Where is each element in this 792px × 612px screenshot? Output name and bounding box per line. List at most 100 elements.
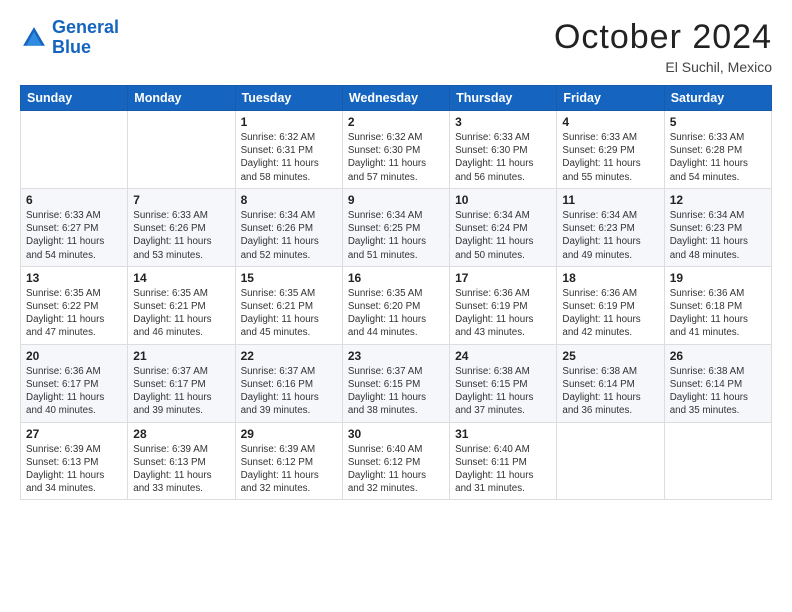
calendar-cell: 16 Sunrise: 6:35 AM Sunset: 6:20 PM Dayli… [342, 266, 449, 344]
calendar-header-monday: Monday [128, 86, 235, 111]
week-row-1: 1 Sunrise: 6:32 AM Sunset: 6:31 PM Daylig… [21, 111, 772, 189]
day-number: 20 [26, 349, 122, 363]
calendar-header-row: SundayMondayTuesdayWednesdayThursdayFrid… [21, 86, 772, 111]
cell-info: Sunrise: 6:36 AM Sunset: 6:19 PM Dayligh… [562, 287, 658, 340]
cell-info: Sunrise: 6:33 AM Sunset: 6:28 PM Dayligh… [670, 131, 766, 184]
calendar-cell: 21 Sunrise: 6:37 AM Sunset: 6:17 PM Dayli… [128, 344, 235, 422]
calendar-cell: 14 Sunrise: 6:35 AM Sunset: 6:21 PM Dayli… [128, 266, 235, 344]
day-number: 7 [133, 193, 229, 207]
day-number: 21 [133, 349, 229, 363]
calendar-cell: 12Sunrise: 6:34 AM Sunset: 6:23 PM Dayli… [664, 188, 771, 266]
calendar-cell: 19 Sunrise: 6:36 AM Sunset: 6:18 PM Dayli… [664, 266, 771, 344]
cell-info: Sunrise: 6:39 AM Sunset: 6:13 PM Dayligh… [133, 443, 229, 496]
calendar-cell [664, 422, 771, 500]
calendar-cell: 10 Sunrise: 6:34 AM Sunset: 6:24 PM Dayli… [450, 188, 557, 266]
calendar-cell: 28 Sunrise: 6:39 AM Sunset: 6:13 PM Dayli… [128, 422, 235, 500]
day-number: 24 [455, 349, 551, 363]
day-number: 26 [670, 349, 766, 363]
cell-info: Sunrise: 6:32 AM Sunset: 6:30 PM Dayligh… [348, 131, 444, 184]
day-number: 8 [241, 193, 337, 207]
cell-info: Sunrise: 6:34 AM Sunset: 6:25 PM Dayligh… [348, 209, 444, 262]
day-number: 30 [348, 427, 444, 441]
cell-info: Sunrise: 6:36 AM Sunset: 6:17 PM Dayligh… [26, 365, 122, 418]
cell-info: Sunrise: 6:38 AM Sunset: 6:14 PM Dayligh… [562, 365, 658, 418]
calendar-header-sunday: Sunday [21, 86, 128, 111]
calendar-cell [557, 422, 664, 500]
calendar-cell: 15 Sunrise: 6:35 AM Sunset: 6:21 PM Dayli… [235, 266, 342, 344]
logo: General Blue [20, 18, 119, 58]
cell-info: Sunrise: 6:34 AM Sunset: 6:24 PM Dayligh… [455, 209, 551, 262]
calendar: SundayMondayTuesdayWednesdayThursdayFrid… [20, 85, 772, 500]
calendar-cell: 6Sunrise: 6:33 AM Sunset: 6:27 PM Daylig… [21, 188, 128, 266]
calendar-cell: 30 Sunrise: 6:40 AM Sunset: 6:12 PM Dayli… [342, 422, 449, 500]
day-number: 10 [455, 193, 551, 207]
day-number: 2 [348, 115, 444, 129]
day-number: 16 [348, 271, 444, 285]
calendar-cell: 27Sunrise: 6:39 AM Sunset: 6:13 PM Dayli… [21, 422, 128, 500]
day-number: 19 [670, 271, 766, 285]
cell-info: Sunrise: 6:39 AM Sunset: 6:12 PM Dayligh… [241, 443, 337, 496]
calendar-header-saturday: Saturday [664, 86, 771, 111]
cell-info: Sunrise: 6:32 AM Sunset: 6:31 PM Dayligh… [241, 131, 337, 184]
cell-info: Sunrise: 6:38 AM Sunset: 6:15 PM Dayligh… [455, 365, 551, 418]
day-number: 29 [241, 427, 337, 441]
page: General Blue October 2024 El Suchil, Mex… [0, 0, 792, 612]
location: El Suchil, Mexico [554, 59, 772, 75]
day-number: 23 [348, 349, 444, 363]
cell-info: Sunrise: 6:34 AM Sunset: 6:26 PM Dayligh… [241, 209, 337, 262]
cell-info: Sunrise: 6:35 AM Sunset: 6:20 PM Dayligh… [348, 287, 444, 340]
cell-info: Sunrise: 6:36 AM Sunset: 6:19 PM Dayligh… [455, 287, 551, 340]
day-number: 28 [133, 427, 229, 441]
cell-info: Sunrise: 6:35 AM Sunset: 6:22 PM Dayligh… [26, 287, 122, 340]
day-number: 1 [241, 115, 337, 129]
week-row-4: 20 Sunrise: 6:36 AM Sunset: 6:17 PM Dayli… [21, 344, 772, 422]
calendar-cell: 11 Sunrise: 6:34 AM Sunset: 6:23 PM Dayli… [557, 188, 664, 266]
day-number: 13 [26, 271, 122, 285]
title-block: October 2024 El Suchil, Mexico [554, 18, 772, 75]
calendar-cell: 23 Sunrise: 6:37 AM Sunset: 6:15 PM Dayli… [342, 344, 449, 422]
cell-info: Sunrise: 6:34 AM Sunset: 6:23 PM Dayligh… [562, 209, 658, 262]
calendar-cell: 29 Sunrise: 6:39 AM Sunset: 6:12 PM Dayli… [235, 422, 342, 500]
calendar-cell: 18 Sunrise: 6:36 AM Sunset: 6:19 PM Dayli… [557, 266, 664, 344]
calendar-cell: 8 Sunrise: 6:34 AM Sunset: 6:26 PM Daylig… [235, 188, 342, 266]
cell-info: Sunrise: 6:37 AM Sunset: 6:17 PM Dayligh… [133, 365, 229, 418]
calendar-cell: 7 Sunrise: 6:33 AM Sunset: 6:26 PM Daylig… [128, 188, 235, 266]
day-number: 25 [562, 349, 658, 363]
cell-info: Sunrise: 6:40 AM Sunset: 6:12 PM Dayligh… [348, 443, 444, 496]
day-number: 22 [241, 349, 337, 363]
day-number: 5 [670, 115, 766, 129]
cell-info: Sunrise: 6:38 AM Sunset: 6:14 PM Dayligh… [670, 365, 766, 418]
calendar-cell: 31Sunrise: 6:40 AM Sunset: 6:11 PM Dayli… [450, 422, 557, 500]
day-number: 15 [241, 271, 337, 285]
day-number: 17 [455, 271, 551, 285]
header: General Blue October 2024 El Suchil, Mex… [20, 18, 772, 75]
calendar-cell: 17 Sunrise: 6:36 AM Sunset: 6:19 PM Dayli… [450, 266, 557, 344]
calendar-header-tuesday: Tuesday [235, 86, 342, 111]
day-number: 12 [670, 193, 766, 207]
calendar-cell: 22 Sunrise: 6:37 AM Sunset: 6:16 PM Dayli… [235, 344, 342, 422]
month-title: October 2024 [554, 18, 772, 57]
day-number: 6 [26, 193, 122, 207]
logo-text: General Blue [52, 18, 119, 58]
cell-info: Sunrise: 6:37 AM Sunset: 6:15 PM Dayligh… [348, 365, 444, 418]
cell-info: Sunrise: 6:39 AM Sunset: 6:13 PM Dayligh… [26, 443, 122, 496]
calendar-cell: 25 Sunrise: 6:38 AM Sunset: 6:14 PM Dayli… [557, 344, 664, 422]
cell-info: Sunrise: 6:35 AM Sunset: 6:21 PM Dayligh… [133, 287, 229, 340]
calendar-cell: 5 Sunrise: 6:33 AM Sunset: 6:28 PM Daylig… [664, 111, 771, 189]
calendar-cell [21, 111, 128, 189]
cell-info: Sunrise: 6:35 AM Sunset: 6:21 PM Dayligh… [241, 287, 337, 340]
cell-info: Sunrise: 6:33 AM Sunset: 6:26 PM Dayligh… [133, 209, 229, 262]
calendar-cell: 26 Sunrise: 6:38 AM Sunset: 6:14 PM Dayli… [664, 344, 771, 422]
calendar-cell: 1 Sunrise: 6:32 AM Sunset: 6:31 PM Daylig… [235, 111, 342, 189]
cell-info: Sunrise: 6:36 AM Sunset: 6:18 PM Dayligh… [670, 287, 766, 340]
calendar-cell: 13 Sunrise: 6:35 AM Sunset: 6:22 PM Dayli… [21, 266, 128, 344]
calendar-cell: 9Sunrise: 6:34 AM Sunset: 6:25 PM Daylig… [342, 188, 449, 266]
day-number: 14 [133, 271, 229, 285]
day-number: 18 [562, 271, 658, 285]
day-number: 3 [455, 115, 551, 129]
week-row-5: 27Sunrise: 6:39 AM Sunset: 6:13 PM Dayli… [21, 422, 772, 500]
day-number: 11 [562, 193, 658, 207]
calendar-header-wednesday: Wednesday [342, 86, 449, 111]
cell-info: Sunrise: 6:37 AM Sunset: 6:16 PM Dayligh… [241, 365, 337, 418]
calendar-header-friday: Friday [557, 86, 664, 111]
